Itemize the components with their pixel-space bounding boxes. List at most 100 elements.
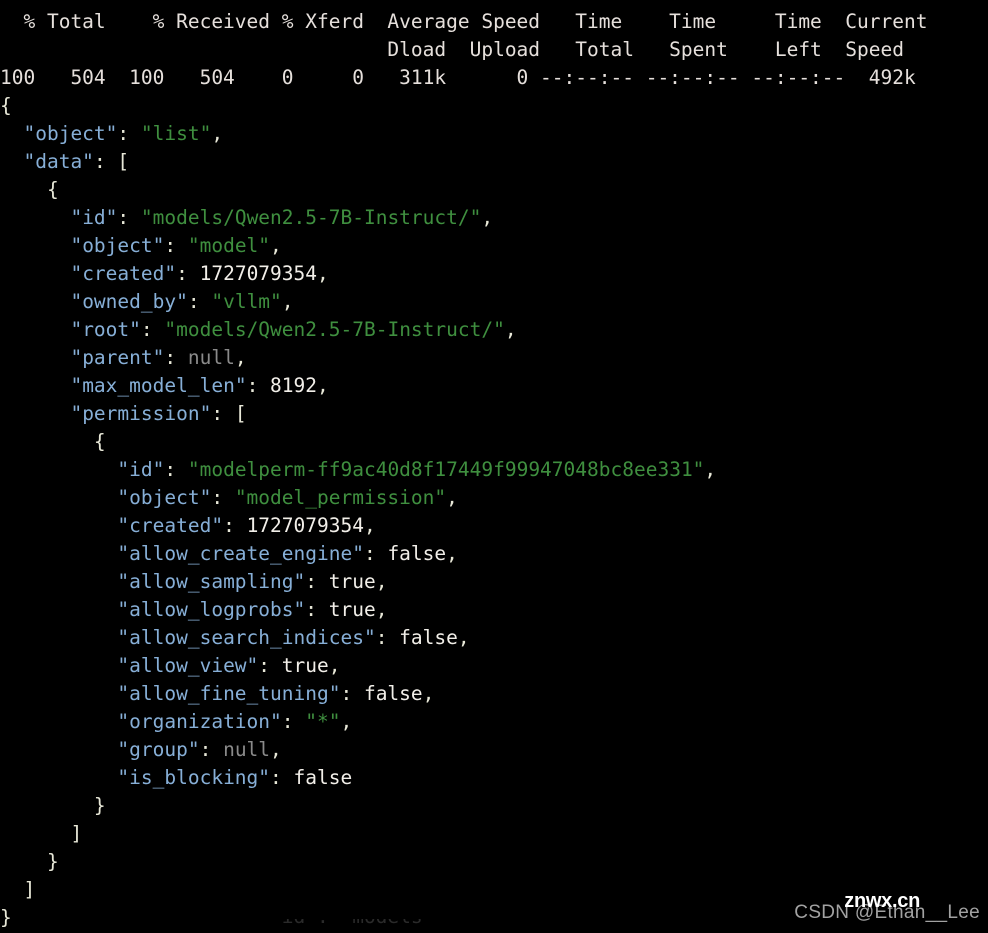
- json-token-punct: :: [211, 486, 235, 509]
- json-token-str: "list": [140, 122, 212, 145]
- json-token-num: 1727079354: [199, 262, 318, 285]
- json-token-key: "id": [70, 206, 118, 229]
- json-token-punct: :: [258, 654, 282, 677]
- json-token-punct: {: [93, 430, 106, 453]
- json-token-punct: :: [199, 738, 224, 761]
- json-token-punct: {: [46, 178, 59, 201]
- json-line: "allow_create_engine": false,: [0, 540, 988, 568]
- json-token-punct: ,: [234, 346, 247, 369]
- curl-progress-header-clipped: % Total % Received % Xferd Average Speed…: [0, 0, 988, 8]
- json-line: {: [0, 92, 988, 120]
- json-token-punct: : [: [93, 150, 130, 173]
- json-token-key: "allow_view": [117, 654, 259, 677]
- json-response-body: { "object": "list", "data": [ { "id": "m…: [0, 92, 988, 932]
- json-token-key: "data": [23, 150, 94, 173]
- json-token-key: "allow_search_indices": [117, 626, 376, 649]
- json-line: "created": 1727079354,: [0, 260, 988, 288]
- json-token-punct: ,: [446, 486, 458, 509]
- json-token-bool: false: [293, 766, 353, 789]
- json-token-key: "permission": [70, 402, 212, 425]
- json-token-key: "owned_by": [70, 290, 188, 313]
- json-token-key: "created": [70, 262, 177, 285]
- json-token-str: "models/Qwen2.5-7B-Instruct/": [164, 318, 505, 341]
- json-token-num: 8192: [270, 374, 318, 397]
- json-token-punct: ,: [375, 598, 388, 621]
- json-line: "owned_by": "vllm",: [0, 288, 988, 316]
- json-token-key: "allow_fine_tuning": [117, 682, 341, 705]
- json-line: "organization": "*",: [0, 708, 988, 736]
- json-token-punct: :: [305, 570, 329, 593]
- json-token-key: "allow_logprobs": [117, 598, 306, 621]
- json-token-key: "object": [70, 234, 165, 257]
- json-token-key: "root": [70, 318, 141, 341]
- json-token-bool: true: [281, 654, 329, 677]
- json-token-punct: :: [176, 262, 200, 285]
- json-token-punct: ,: [457, 626, 470, 649]
- json-token-punct: :: [246, 374, 271, 397]
- json-token-punct: ,: [704, 458, 717, 481]
- json-token-punct: :: [270, 766, 294, 789]
- json-line: "permission": [: [0, 400, 988, 428]
- json-token-punct: {: [0, 94, 12, 117]
- json-token-nul: null: [223, 738, 271, 761]
- curl-progress-header-line-2: Dload Upload Total Spent Left Speed: [0, 38, 904, 61]
- json-line: "id": "modelperm-ff9ac40d8f17449f9994704…: [0, 456, 988, 484]
- json-token-punct: ,: [270, 738, 282, 761]
- json-token-key: "id": [117, 458, 165, 481]
- json-token-key: "parent": [70, 346, 165, 369]
- curl-progress-data-line: 100 504 100 504 0 0 311k 0 --:--:-- --:-…: [0, 66, 916, 89]
- json-token-punct: ,: [281, 290, 294, 313]
- json-token-punct: ,: [363, 514, 376, 537]
- json-token-str: "model_permission": [234, 486, 447, 509]
- json-line: "is_blocking": false: [0, 764, 988, 792]
- json-token-punct: :: [363, 542, 388, 565]
- json-token-punct: :: [164, 234, 188, 257]
- json-token-key: "object": [117, 486, 212, 509]
- json-token-punct: :: [140, 318, 165, 341]
- json-token-punct: :: [281, 710, 306, 733]
- json-token-punct: }: [93, 794, 106, 817]
- curl-progress-header-line-1: % Total % Received % Xferd Average Speed…: [0, 10, 928, 33]
- json-token-key: "created": [117, 514, 224, 537]
- json-token-key: "organization": [117, 710, 282, 733]
- json-line: "data": [: [0, 148, 988, 176]
- json-token-str: "*": [305, 710, 341, 733]
- json-line: "group": null,: [0, 736, 988, 764]
- json-token-key: "max_model_len": [70, 374, 247, 397]
- json-token-punct: : [: [211, 402, 247, 425]
- terminal-window[interactable]: % Total % Received % Xferd Average Speed…: [0, 0, 988, 933]
- json-token-punct: :: [164, 458, 188, 481]
- json-token-punct: :: [164, 346, 188, 369]
- json-token-punct: :: [305, 598, 329, 621]
- json-line: "created": 1727079354,: [0, 512, 988, 540]
- terminal-scrollback: % Total % Received % Xferd Average Speed…: [0, 0, 988, 932]
- json-token-punct: ]: [23, 878, 36, 901]
- json-line: "object": "list",: [0, 120, 988, 148]
- json-token-punct: ,: [328, 654, 341, 677]
- json-token-punct: :: [340, 682, 364, 705]
- json-token-bool: true: [328, 598, 376, 621]
- json-line: {: [0, 176, 988, 204]
- json-token-punct: :: [187, 290, 212, 313]
- json-token-punct: :: [223, 514, 247, 537]
- json-token-punct: :: [117, 122, 141, 145]
- json-token-key: "is_blocking": [117, 766, 271, 789]
- json-line: "object": "model",: [0, 232, 988, 260]
